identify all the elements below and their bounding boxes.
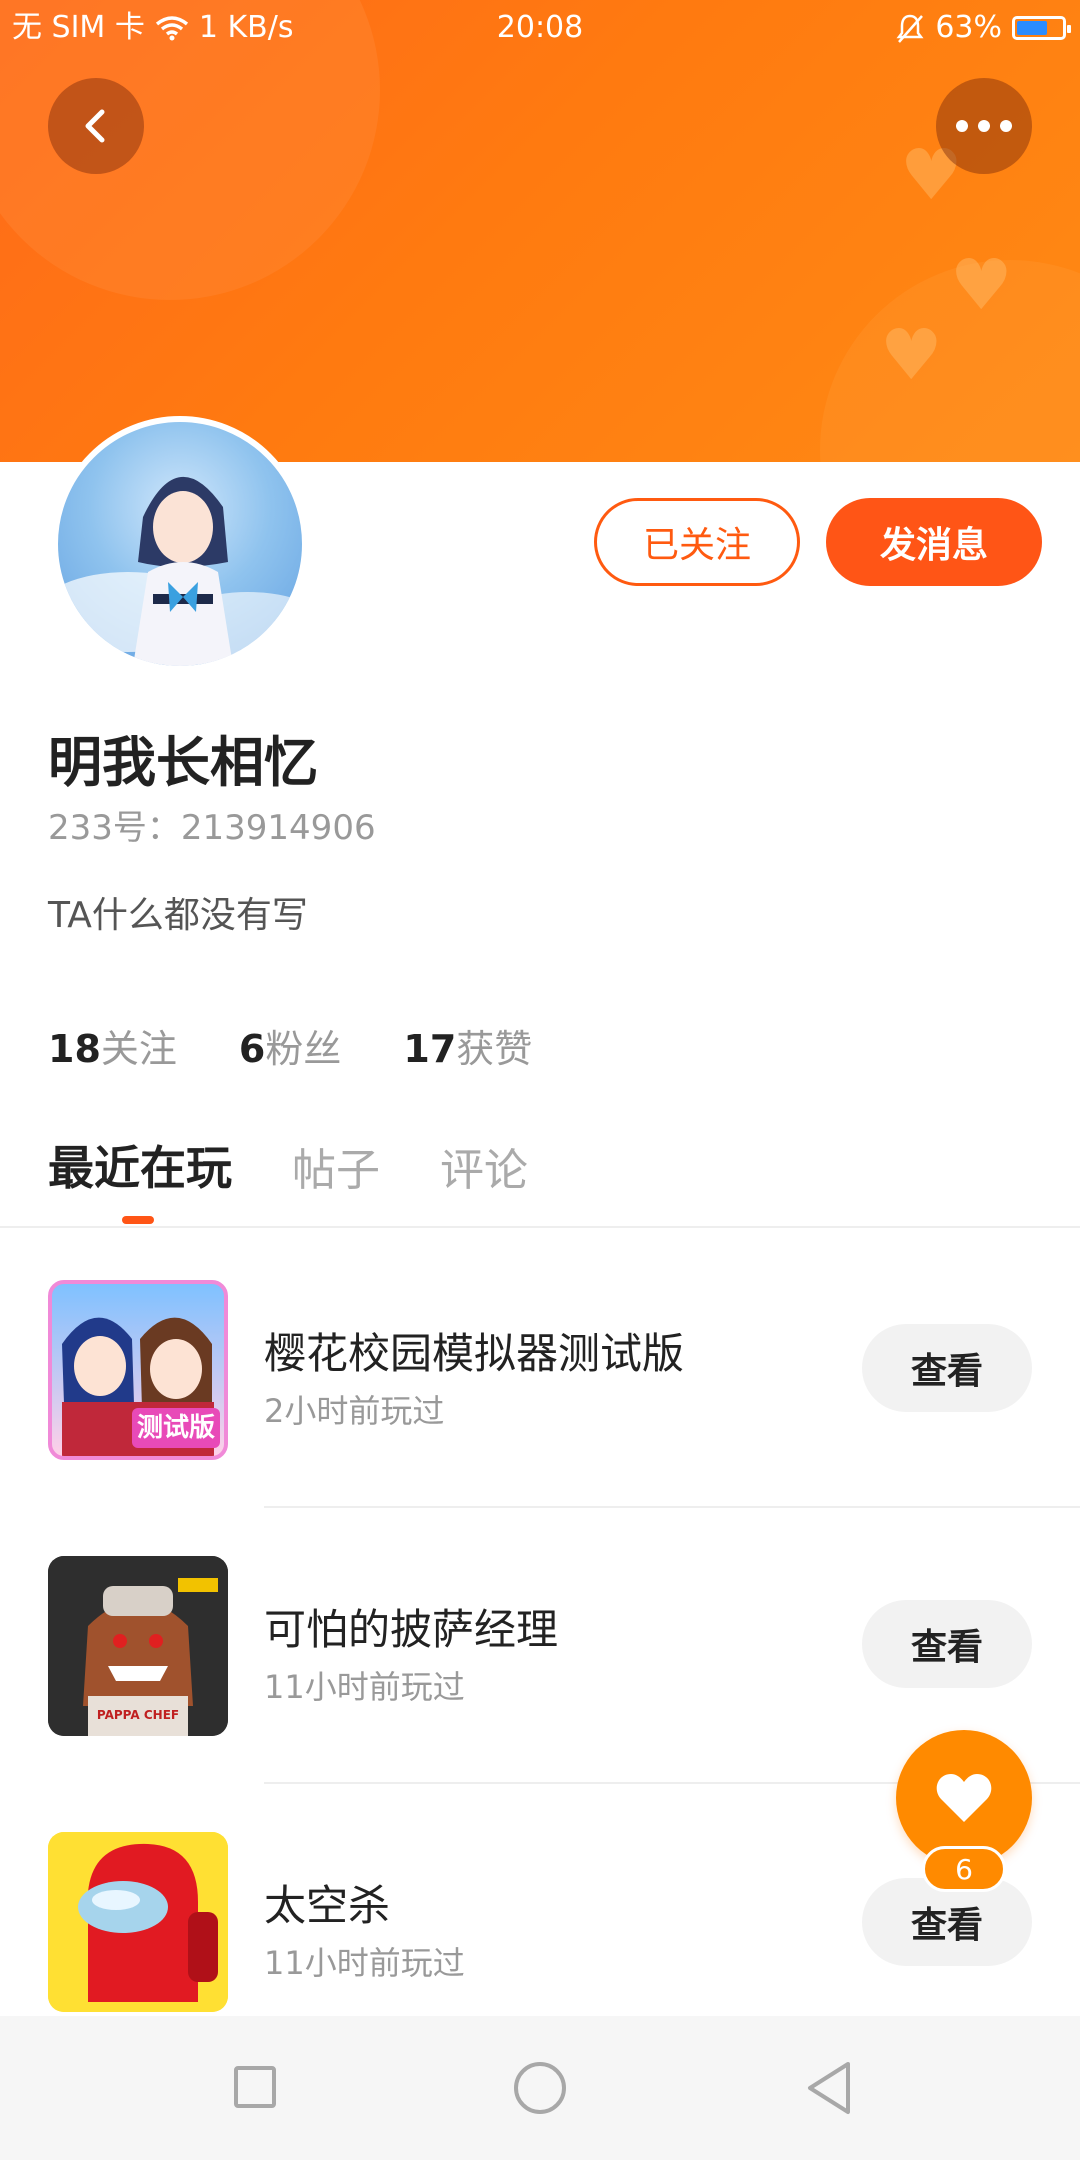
view-button[interactable]: 查看 [862,1600,1032,1688]
heart-decoration-icon: ♥ [880,314,943,396]
username: 明我长相忆 [48,731,318,794]
chevron-left-icon [85,109,105,143]
tab-posts[interactable]: 帖子 [292,1134,380,1198]
avatar-illustration [58,476,302,666]
game-played-time: 2小时前玩过 [264,1392,445,1430]
game-icon-among-us [48,1832,228,2012]
following-button[interactable]: 已关注 [594,498,800,586]
sakura-game-artwork: 测试版 [62,1317,220,1456]
among-us-artwork [48,1832,228,2012]
tab-comments[interactable]: 评论 [440,1134,528,1198]
profile-stats: 18关注 6粉丝 17获赞 [48,1018,532,1073]
status-bar: 无 SIM 卡 1 KB/s 20:08 63% [0,0,1080,56]
active-tab-indicator [122,1216,154,1224]
mute-bell-icon [896,14,924,43]
battery-icon [1012,16,1071,40]
view-button[interactable]: 查看 [862,1324,1032,1412]
back-triangle-icon[interactable] [804,2060,854,2116]
send-message-button[interactable]: 发消息 [826,498,1042,586]
system-nav-bar [0,2016,1080,2160]
stat-likes[interactable]: 17获赞 [403,1018,532,1073]
stat-number: 6 [238,1027,266,1071]
stat-label: 获赞 [456,1027,533,1071]
game-icon-sakura: 测试版 [48,1280,228,1460]
stat-number: 18 [48,1027,101,1071]
user-id: 233号：213914906 [48,808,376,848]
heart-icon [936,1774,992,1822]
game-title: 可怕的披萨经理 [264,1605,559,1654]
more-options-button[interactable] [936,78,1032,174]
game-played-time: 11小时前玩过 [264,1944,465,1982]
list-item[interactable]: 测试版 樱花校园模拟器测试版 2小时前玩过 查看 [0,1232,1080,1492]
divider [0,1226,1080,1228]
game-title: 太空杀 [264,1881,391,1930]
back-button[interactable] [48,78,144,174]
stat-label: 粉丝 [265,1027,342,1071]
stat-label: 关注 [100,1027,177,1071]
stat-number: 17 [403,1027,457,1071]
game-badge: 测试版 [137,1413,215,1443]
recent-apps-button[interactable] [234,2066,276,2108]
game-icon-pizza: PAPPA CHEF [48,1556,228,1736]
game-title: 樱花校园模拟器测试版 [264,1329,685,1378]
more-dots-icon [956,120,1012,132]
game-played-time: 11小时前玩过 [264,1668,465,1706]
game-badge: PAPPA CHEF [97,1708,179,1722]
like-count-badge: 6 [922,1846,1006,1892]
pizza-game-artwork: PAPPA CHEF [48,1556,228,1736]
avatar[interactable] [52,416,308,672]
tab-recent-games[interactable]: 最近在玩 [48,1132,232,1198]
home-button[interactable] [514,2062,566,2114]
bio: TA什么都没有写 [48,895,308,936]
heart-decoration-icon: ♥ [950,244,1013,326]
tab-bar: 最近在玩 帖子 评论 [48,1132,528,1198]
battery-percent: 63% [935,10,1002,45]
stat-fans[interactable]: 6粉丝 [239,1018,341,1073]
list-item[interactable]: PAPPA CHEF 可怕的披萨经理 11小时前玩过 查看 [0,1508,1080,1768]
stat-following[interactable]: 18关注 [48,1018,177,1073]
profile-banner: ♥ ♥ ♥ [0,0,1080,462]
